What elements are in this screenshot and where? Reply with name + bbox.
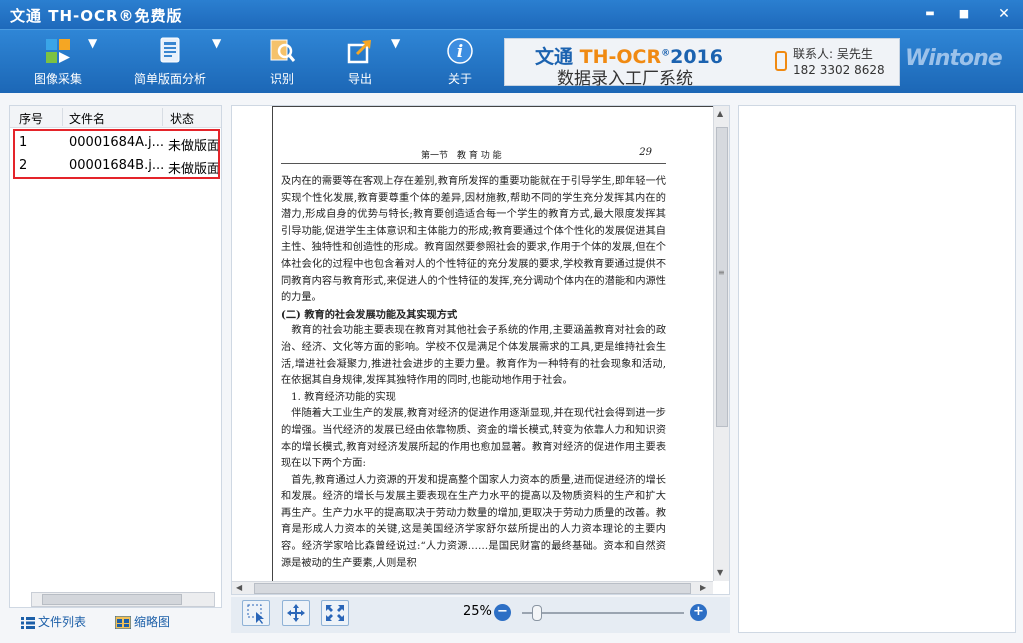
select-region-icon — [247, 604, 264, 624]
page-border-left — [272, 106, 273, 581]
column-header-index[interactable]: 序号 — [19, 110, 43, 127]
tab-thumbnail[interactable]: 缩略图 — [115, 613, 170, 630]
viewer-horizontal-scrollbar[interactable]: ◀ ▶ — [232, 581, 713, 594]
toolbar-about[interactable]: i 关于 — [440, 36, 480, 90]
layout-analysis-icon — [160, 37, 180, 63]
paragraph: 教育的社会功能主要表现在教育对其他社会子系统的作用,主要涵盖教育对社会的政治、经… — [281, 325, 666, 387]
select-region-button[interactable] — [242, 600, 270, 626]
toolbar-layout-analysis[interactable]: 简单版面分析 — [130, 36, 210, 90]
viewer-vertical-scrollbar[interactable]: ▲ ≡ ▼ — [713, 106, 729, 581]
file-list-panel: 序号 文件名 状态 1 00001684A.j... 未做版面 2 000016… — [9, 105, 222, 608]
fit-window-icon — [326, 605, 344, 621]
minimize-button[interactable]: ▬ — [918, 4, 942, 24]
scrollbar-thumb[interactable] — [42, 594, 182, 605]
tab-thumbnail-label: 缩略图 — [134, 615, 171, 629]
move-icon — [287, 604, 305, 622]
image-capture-icon — [46, 39, 70, 63]
paragraph: 伴随着大工业生产的发展,教育对经济的促进作用逐渐显现,并在现代社会得到进一步的增… — [281, 408, 666, 470]
tab-file-list[interactable]: 文件列表 — [21, 613, 86, 630]
toolbar-recognize[interactable]: 识别 — [262, 36, 302, 90]
main-toolbar: 图像采集 ▼ 简单版面分析 ▼ 识别 导出 ▼ i 关于 文通 TH-OCR®2… — [0, 29, 1023, 93]
title-bar: 文通 TH-OCR®免费版 ▬ ■ ✕ — [0, 0, 1023, 29]
paragraph: 首先,教育通过人力资源的开发和提高整个国家人力资本的质量,进而促进经济的增长和发… — [281, 474, 666, 569]
grip-icon: ≡ — [718, 268, 725, 277]
scanned-page: 第一节 教 育 功 能 29 及内在的需要等在客观上存在差别,教育所发挥的重要功… — [281, 147, 666, 572]
scroll-up-icon[interactable]: ▲ — [717, 109, 723, 118]
recognize-icon — [270, 39, 296, 62]
thumbnail-icon — [115, 616, 131, 629]
file-list-horizontal-scrollbar[interactable] — [31, 592, 215, 607]
page-header-title: 第一节 教 育 功 能 — [421, 151, 502, 161]
close-button[interactable]: ✕ — [992, 4, 1016, 24]
column-header-status[interactable]: 状态 — [170, 110, 194, 127]
scroll-down-icon[interactable]: ▼ — [717, 568, 723, 577]
scroll-left-icon[interactable]: ◀ — [236, 583, 242, 592]
zoom-out-button[interactable]: − — [494, 604, 511, 621]
viewer-controls: 25% − + — [231, 597, 730, 633]
list-icon — [21, 616, 35, 629]
image-capture-dropdown-icon[interactable]: ▼ — [88, 36, 97, 50]
product-banner: 文通 TH-OCR®2016 数据录入工厂系统 联系人: 吴先生 182 330… — [504, 38, 900, 89]
column-header-filename[interactable]: 文件名 — [69, 110, 105, 127]
scrollbar-thumb[interactable] — [254, 583, 691, 594]
pan-button[interactable] — [282, 600, 310, 626]
about-icon: i — [447, 38, 473, 64]
export-icon — [347, 40, 371, 64]
app-window: 文通 TH-OCR®免费版 ▬ ■ ✕ 图像采集 ▼ 简单版面分析 ▼ 识别 导… — [0, 0, 1023, 643]
result-panel[interactable] — [738, 105, 1016, 633]
toolbar-item-label: 识别 — [269, 72, 294, 86]
zoom-level: 25% — [463, 604, 492, 619]
zoom-in-button[interactable]: + — [690, 604, 707, 621]
scrollbar-thumb[interactable] — [716, 127, 728, 427]
banner-reg-mark: ® — [661, 48, 671, 59]
page-header: 第一节 教 育 功 能 29 — [281, 147, 666, 164]
toolbar-image-capture[interactable]: 图像采集 — [28, 36, 88, 90]
layout-analysis-dropdown-icon[interactable]: ▼ — [212, 36, 221, 50]
contact-name: 联系人: 吴先生 — [793, 47, 873, 61]
toolbar-item-label: 简单版面分析 — [133, 72, 206, 86]
file-list-header: 序号 文件名 状态 — [10, 106, 221, 128]
image-viewer[interactable]: 第一节 教 育 功 能 29 及内在的需要等在客观上存在差别,教育所发挥的重要功… — [231, 105, 730, 595]
left-bottom-tabs: 文件列表 缩略图 — [21, 613, 221, 633]
contact-phone: 182 3302 8628 — [793, 63, 885, 77]
page-number: 29 — [639, 147, 652, 158]
section-heading: 1. 教育经济功能的实现 — [281, 391, 396, 403]
scroll-right-icon[interactable]: ▶ — [700, 583, 706, 592]
wintone-logo: Wintone — [905, 46, 1003, 71]
zoom-slider-handle[interactable] — [531, 605, 542, 621]
zoom-slider-track[interactable] — [522, 612, 684, 614]
tab-file-list-label: 文件列表 — [38, 615, 87, 629]
fit-window-button[interactable] — [321, 600, 349, 626]
banner-contact: 联系人: 吴先生 182 3302 8628 — [793, 46, 885, 78]
toolbar-item-label: 图像采集 — [33, 72, 82, 86]
phone-icon — [775, 51, 787, 71]
maximize-button[interactable]: ■ — [952, 4, 976, 24]
page-canvas: 第一节 教 育 功 能 29 及内在的需要等在客观上存在差别,教育所发挥的重要功… — [232, 106, 713, 581]
svg-text:i: i — [457, 42, 463, 62]
section-heading: (二) 教育的社会发展功能及其实现方式 — [281, 308, 458, 321]
export-dropdown-icon[interactable]: ▼ — [391, 36, 400, 50]
toolbar-item-label: 导出 — [347, 72, 372, 86]
toolbar-export[interactable]: 导出 — [340, 36, 380, 90]
paragraph: 及内在的需要等在客观上存在差别,教育所发挥的重要功能就在于引导学生,即年轻一代实… — [281, 176, 666, 304]
banner-tagline: 数据录入工厂系统 — [557, 69, 693, 89]
window-title: 文通 TH-OCR®免费版 — [10, 7, 183, 25]
toolbar-item-label: 关于 — [447, 72, 472, 86]
selection-highlight — [13, 129, 220, 179]
page-border-top — [272, 106, 713, 107]
